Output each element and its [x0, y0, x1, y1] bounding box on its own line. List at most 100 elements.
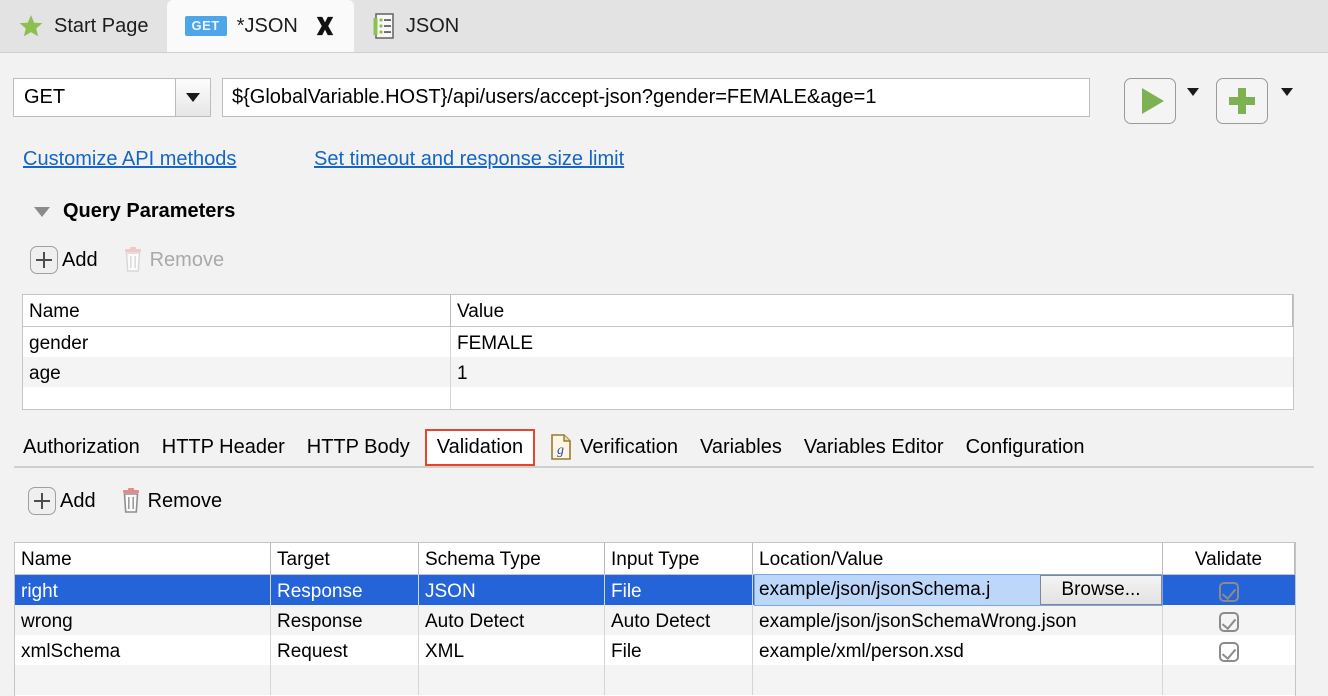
- query-parameters-header[interactable]: Query Parameters: [0, 200, 235, 223]
- cell-location-value[interactable]: example/json/jsonSchemaWrong.json: [753, 605, 1163, 635]
- trash-icon: [120, 246, 146, 274]
- method-dropdown-arrow[interactable]: [175, 79, 210, 116]
- column-header-location-value: Location/Value: [753, 543, 1163, 574]
- http-method-select[interactable]: GET: [13, 78, 211, 117]
- cell-name[interactable]: xmlSchema: [15, 635, 271, 665]
- tab-start-page[interactable]: Start Page: [0, 0, 167, 52]
- tab-configuration[interactable]: Configuration: [955, 432, 1096, 463]
- cell-target[interactable]: Request: [271, 635, 419, 665]
- cell-value[interactable]: FEMALE: [451, 327, 1293, 357]
- tab-label: Variables: [700, 436, 782, 459]
- cell-name[interactable]: [23, 387, 451, 410]
- star-icon: [18, 13, 44, 39]
- validate-checkbox[interactable]: [1219, 582, 1239, 602]
- cell-schema-type[interactable]: JSON: [419, 575, 605, 605]
- validation-remove-button[interactable]: Remove: [118, 487, 222, 515]
- validate-checkbox[interactable]: [1219, 612, 1239, 632]
- tab-verification[interactable]: g Verification: [539, 430, 689, 464]
- triangle-down-icon[interactable]: [34, 207, 50, 217]
- table-row[interactable]: [15, 665, 1295, 695]
- table-row[interactable]: wrong Response Auto Detect Auto Detect e…: [15, 605, 1295, 635]
- cell-validate[interactable]: [1163, 575, 1295, 605]
- tab-validation[interactable]: Validation: [425, 429, 535, 466]
- chevron-down-icon: [186, 93, 200, 102]
- tab-label: HTTP Header: [162, 436, 285, 459]
- tab-bar-divider: [14, 466, 1314, 468]
- validation-table: Name Target Schema Type Input Type Locat…: [14, 542, 1296, 696]
- send-request-dropdown[interactable]: [1187, 96, 1199, 118]
- cell-name[interactable]: wrong: [15, 605, 271, 635]
- play-icon: [1142, 88, 1164, 114]
- table-row[interactable]: [23, 387, 1293, 410]
- cell-name[interactable]: age: [23, 357, 451, 387]
- validate-checkbox[interactable]: [1219, 642, 1239, 662]
- chevron-down-icon: [1187, 88, 1199, 117]
- add-request-dropdown[interactable]: [1281, 96, 1293, 118]
- cell-input-type[interactable]: Auto Detect: [605, 605, 753, 635]
- cell-schema-type[interactable]: Auto Detect: [419, 605, 605, 635]
- cell-schema-type[interactable]: [419, 665, 605, 695]
- tab-label: Validation: [437, 436, 523, 459]
- http-method-value: GET: [14, 86, 175, 109]
- request-url-input[interactable]: [222, 78, 1090, 117]
- cell-name[interactable]: [15, 665, 271, 695]
- table-header-row: Name Target Schema Type Input Type Locat…: [15, 543, 1295, 575]
- tab-authorization[interactable]: Authorization: [12, 432, 151, 463]
- editor-tab-strip: Start Page GET *JSON JSON: [0, 0, 1328, 53]
- cell-name[interactable]: gender: [23, 327, 451, 357]
- json-document-icon: [372, 13, 396, 39]
- cell-schema-type[interactable]: XML: [419, 635, 605, 665]
- cell-input-type[interactable]: File: [605, 635, 753, 665]
- tab-label: Configuration: [966, 436, 1085, 459]
- tab-json-request[interactable]: GET *JSON: [167, 0, 354, 52]
- add-request-button[interactable]: [1216, 78, 1268, 124]
- cell-input-type[interactable]: [605, 665, 753, 695]
- column-header-validate: Validate: [1163, 543, 1295, 574]
- groovy-file-icon: g: [550, 434, 572, 460]
- plus-icon: [1229, 88, 1255, 114]
- tab-label: JSON: [406, 15, 459, 38]
- query-parameters-table: Name Value gender FEMALE age 1: [22, 294, 1294, 410]
- tab-http-header[interactable]: HTTP Header: [151, 432, 296, 463]
- tab-label: Authorization: [23, 436, 140, 459]
- button-label: Add: [62, 249, 98, 272]
- send-request-button[interactable]: [1124, 78, 1176, 124]
- validation-add-button[interactable]: Add: [28, 487, 96, 515]
- settings-links-row: Customize API methods Set timeout and re…: [0, 148, 1328, 182]
- table-row[interactable]: age 1: [23, 357, 1293, 387]
- svg-text:g: g: [557, 443, 564, 458]
- location-value-editor[interactable]: example/json/jsonSchema.j Browse...: [754, 574, 1163, 606]
- cell-target[interactable]: [271, 665, 419, 695]
- table-row[interactable]: xmlSchema Request XML File example/xml/p…: [15, 635, 1295, 665]
- browse-button[interactable]: Browse...: [1040, 575, 1162, 605]
- cell-input-type[interactable]: File: [605, 575, 753, 605]
- table-row[interactable]: gender FEMALE: [23, 327, 1293, 357]
- table-header-row: Name Value: [23, 295, 1293, 327]
- tab-variables[interactable]: Variables: [689, 432, 793, 463]
- validation-toolbar: Add Remove: [28, 487, 244, 515]
- cell-location-value[interactable]: example/xml/person.xsd: [753, 635, 1163, 665]
- cell-validate[interactable]: [1163, 635, 1295, 665]
- request-detail-tab-bar: Authorization HTTP Header HTTP Body Vali…: [0, 424, 1328, 470]
- cell-validate[interactable]: [1163, 665, 1295, 695]
- cell-validate[interactable]: [1163, 605, 1295, 635]
- plus-box-icon: [28, 487, 56, 515]
- tab-variables-editor[interactable]: Variables Editor: [793, 432, 955, 463]
- tab-http-body[interactable]: HTTP Body: [296, 432, 421, 463]
- column-header-schema-type: Schema Type: [419, 543, 605, 574]
- cell-name[interactable]: right: [15, 575, 271, 605]
- query-param-add-button[interactable]: Add: [30, 246, 98, 274]
- cell-value[interactable]: [451, 387, 1293, 410]
- customize-api-methods-link[interactable]: Customize API methods: [23, 148, 236, 171]
- tab-json-object[interactable]: JSON: [354, 0, 477, 52]
- query-param-remove-button[interactable]: Remove: [120, 246, 224, 274]
- set-timeout-link[interactable]: Set timeout and response size limit: [314, 148, 624, 171]
- close-icon[interactable]: [314, 15, 336, 37]
- cell-location-value[interactable]: [753, 665, 1163, 695]
- location-value-text[interactable]: example/json/jsonSchema.j: [755, 579, 1040, 601]
- button-label: Add: [60, 490, 96, 513]
- cell-value[interactable]: 1: [451, 357, 1293, 387]
- query-parameters-toolbar: Add Remove: [30, 246, 246, 274]
- cell-target[interactable]: Response: [271, 575, 419, 605]
- cell-target[interactable]: Response: [271, 605, 419, 635]
